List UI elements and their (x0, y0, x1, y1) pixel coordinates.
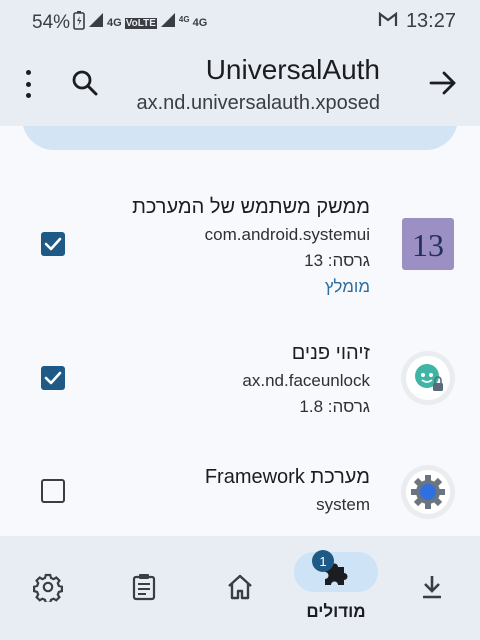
search-icon[interactable] (70, 68, 100, 98)
module-version: גרסה: 13 (304, 251, 370, 270)
status-right: 13:27 (378, 10, 456, 33)
bottom-navigation: 1 מודולים (0, 536, 480, 640)
notification-badge: 1 (312, 550, 334, 572)
module-package: system (316, 495, 370, 514)
module-list: ממשק משתמש של המערכת com.android.systemu… (0, 126, 480, 536)
module-title: מערכת Framework (204, 466, 370, 488)
module-package: ax.nd.faceunlock (242, 371, 370, 390)
svg-text:13: 13 (412, 227, 444, 263)
enable-checkbox[interactable] (41, 232, 65, 256)
list-item[interactable]: מערכת Framework system (0, 462, 480, 536)
android-13-icon: 13 (400, 216, 456, 272)
overflow-menu-icon[interactable] (16, 70, 40, 98)
gear-icon (400, 464, 456, 520)
module-title: ממשק משתמש של המערכת (132, 196, 370, 218)
module-version: גרסה: 1.8 (299, 397, 370, 416)
list-item-text: מערכת Framework system (205, 466, 370, 515)
network-type-1: 4G (107, 17, 122, 29)
enable-checkbox[interactable] (41, 479, 65, 503)
page-subtitle: ax.nd.universalauth.xposed (136, 92, 381, 114)
status-bar: 54% 4G VoLTE 4G 4G 13:27 (0, 0, 480, 42)
recommended-link[interactable]: מומלץ (132, 277, 370, 297)
clock: 13:27 (405, 10, 456, 32)
signal-icon (88, 12, 104, 34)
network-type-2-sup: 4G (178, 14, 190, 24)
signal-2-icon (160, 12, 176, 34)
app-bar: UniversalAuth ax.nd.universalauth.xposed (0, 42, 480, 126)
battery-percent: 54% (32, 12, 71, 33)
status-left: 54% 4G VoLTE 4G 4G (32, 10, 207, 36)
face-unlock-icon (400, 350, 456, 406)
nav-modules-label: מודולים (306, 602, 366, 621)
download-icon (417, 572, 447, 602)
gmail-icon (378, 10, 398, 33)
list-item[interactable]: ממשק משתמש של המערכת com.android.systemu… (0, 190, 480, 310)
module-package: com.android.systemui (204, 225, 370, 244)
page-title: UniversalAuth (205, 54, 380, 85)
enable-checkbox[interactable] (41, 366, 65, 390)
settings-icon (33, 572, 63, 604)
volte-badge: VoLTE (124, 17, 157, 29)
list-item-text: זיהוי פנים ax.nd.faceunlock גרסה: 1.8 (242, 342, 370, 417)
module-title: זיהוי פנים (291, 342, 370, 364)
network-type-2: 4G (192, 17, 208, 29)
logs-icon (129, 572, 159, 602)
home-icon (225, 572, 255, 602)
battery-charging-icon (73, 10, 85, 36)
back-arrow-icon[interactable] (428, 68, 458, 98)
list-item[interactable]: זיהוי פנים ax.nd.faceunlock גרסה: 1.8 (0, 336, 480, 436)
list-item-text: ממשק משתמש של המערכת com.android.systemu… (132, 196, 370, 297)
info-banner[interactable] (22, 126, 458, 150)
